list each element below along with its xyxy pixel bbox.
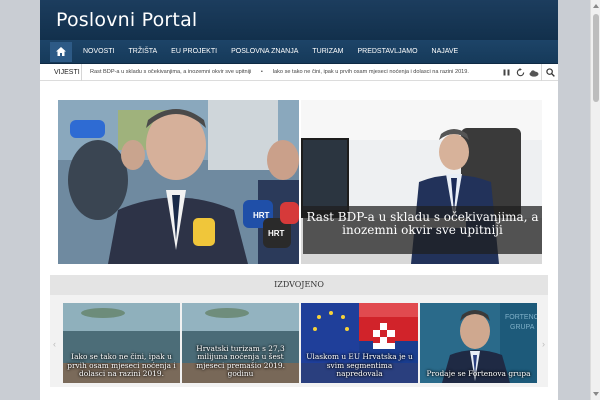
ticker-weather-button[interactable] (527, 64, 541, 81)
ticker-label: VIJESTI (40, 63, 82, 81)
ticker-headline[interactable]: Iako se tako ne čini, ipak u prvih osam … (272, 69, 469, 75)
carousel-tile[interactable]: FORTENO GRUPA Prodaje se Fortenova grupa (420, 303, 537, 383)
page: Poslovni Portal NOVOSTI TRŽIŠTA EU PROJE… (40, 0, 558, 400)
main-nav: NOVOSTI TRŽIŠTA EU PROJEKTI POSLOVNA ZNA… (40, 40, 558, 64)
refresh-icon (516, 68, 524, 77)
ticker-text: Rast BDP-a u skladu s očekivanjima, a in… (82, 69, 482, 75)
scroll-down-arrow[interactable] (593, 392, 599, 396)
featured-image-left[interactable]: HRT HRT (58, 100, 299, 264)
politician-press-photo: HRT HRT (58, 100, 299, 264)
cloud-icon (529, 69, 539, 77)
nav-item-najave[interactable]: NAJAVE (425, 48, 466, 55)
tile-caption: Ulaskom u EU Hrvatska je u svim segmenti… (306, 352, 413, 379)
ticker-separator: • (260, 69, 263, 75)
svg-text:HRT: HRT (253, 211, 270, 220)
home-button[interactable] (50, 41, 72, 62)
carousel-tile[interactable]: Hrvatski turizam s 27,3 milijuna noćenja… (182, 303, 299, 383)
svg-text:FORTENO: FORTENO (505, 314, 537, 321)
tile-caption: Iako se tako ne čini, ipak u prvih osam … (67, 352, 176, 379)
svg-text:HRT: HRT (268, 229, 285, 238)
ticker-refresh-button[interactable] (513, 64, 527, 81)
highlights-carousel: ‹ › Iako se tako ne čini, ipak u prvih o… (50, 295, 548, 387)
featured-slider: HRT HRT Rast BDP-a u skladu s očekivanji… (58, 100, 542, 264)
carousel-next-arrow[interactable]: › (542, 339, 545, 349)
tile-caption: Prodaje se Fortenova grupa (426, 369, 531, 379)
nav-item-predstavljamo[interactable]: PREDSTAVLJAMO (350, 48, 424, 55)
featured-caption[interactable]: Rast BDP-a u skladu s očekivanjima, a in… (303, 206, 542, 254)
site-title[interactable]: Poslovni Portal (56, 9, 197, 31)
pause-icon (503, 69, 509, 76)
carousel-tile[interactable]: Ulaskom u EU Hrvatska je u svim segmenti… (301, 303, 418, 383)
search-icon (545, 68, 555, 77)
nav-item-novosti[interactable]: NOVOSTI (76, 48, 122, 55)
search-button[interactable] (541, 64, 558, 81)
carousel-tile[interactable]: Iako se tako ne čini, ipak u prvih osam … (63, 303, 180, 383)
ticker-headline[interactable]: Rast BDP-a u skladu s očekivanjima, a in… (90, 69, 251, 75)
nav-item-trzista[interactable]: TRŽIŠTA (122, 48, 165, 55)
nav-item-eu-projekti[interactable]: EU PROJEKTI (164, 48, 224, 55)
svg-text:GRUPA: GRUPA (510, 324, 535, 331)
nav-item-turizam[interactable]: TURIZAM (305, 48, 350, 55)
ticker-pause-button[interactable] (499, 64, 513, 81)
site-header: Poslovni Portal (40, 0, 558, 40)
browser-scrollbar[interactable] (590, 0, 600, 400)
ticker-controls (499, 64, 558, 81)
tile-caption: Hrvatski turizam s 27,3 milijuna noćenja… (196, 343, 285, 379)
scrollbar-thumb[interactable] (593, 14, 599, 102)
home-icon (56, 47, 66, 56)
featured-image-right[interactable]: Rast BDP-a u skladu s očekivanjima, a in… (301, 100, 542, 264)
news-ticker: VIJESTI Rast BDP-a u skladu s očekivanji… (40, 63, 558, 81)
carousel-prev-arrow[interactable]: ‹ (53, 339, 56, 349)
scroll-up-arrow[interactable] (593, 4, 599, 8)
nav-item-poslovna-znanja[interactable]: POSLOVNA ZNANJA (224, 48, 305, 55)
section-title: IZDVOJENO (50, 275, 548, 295)
